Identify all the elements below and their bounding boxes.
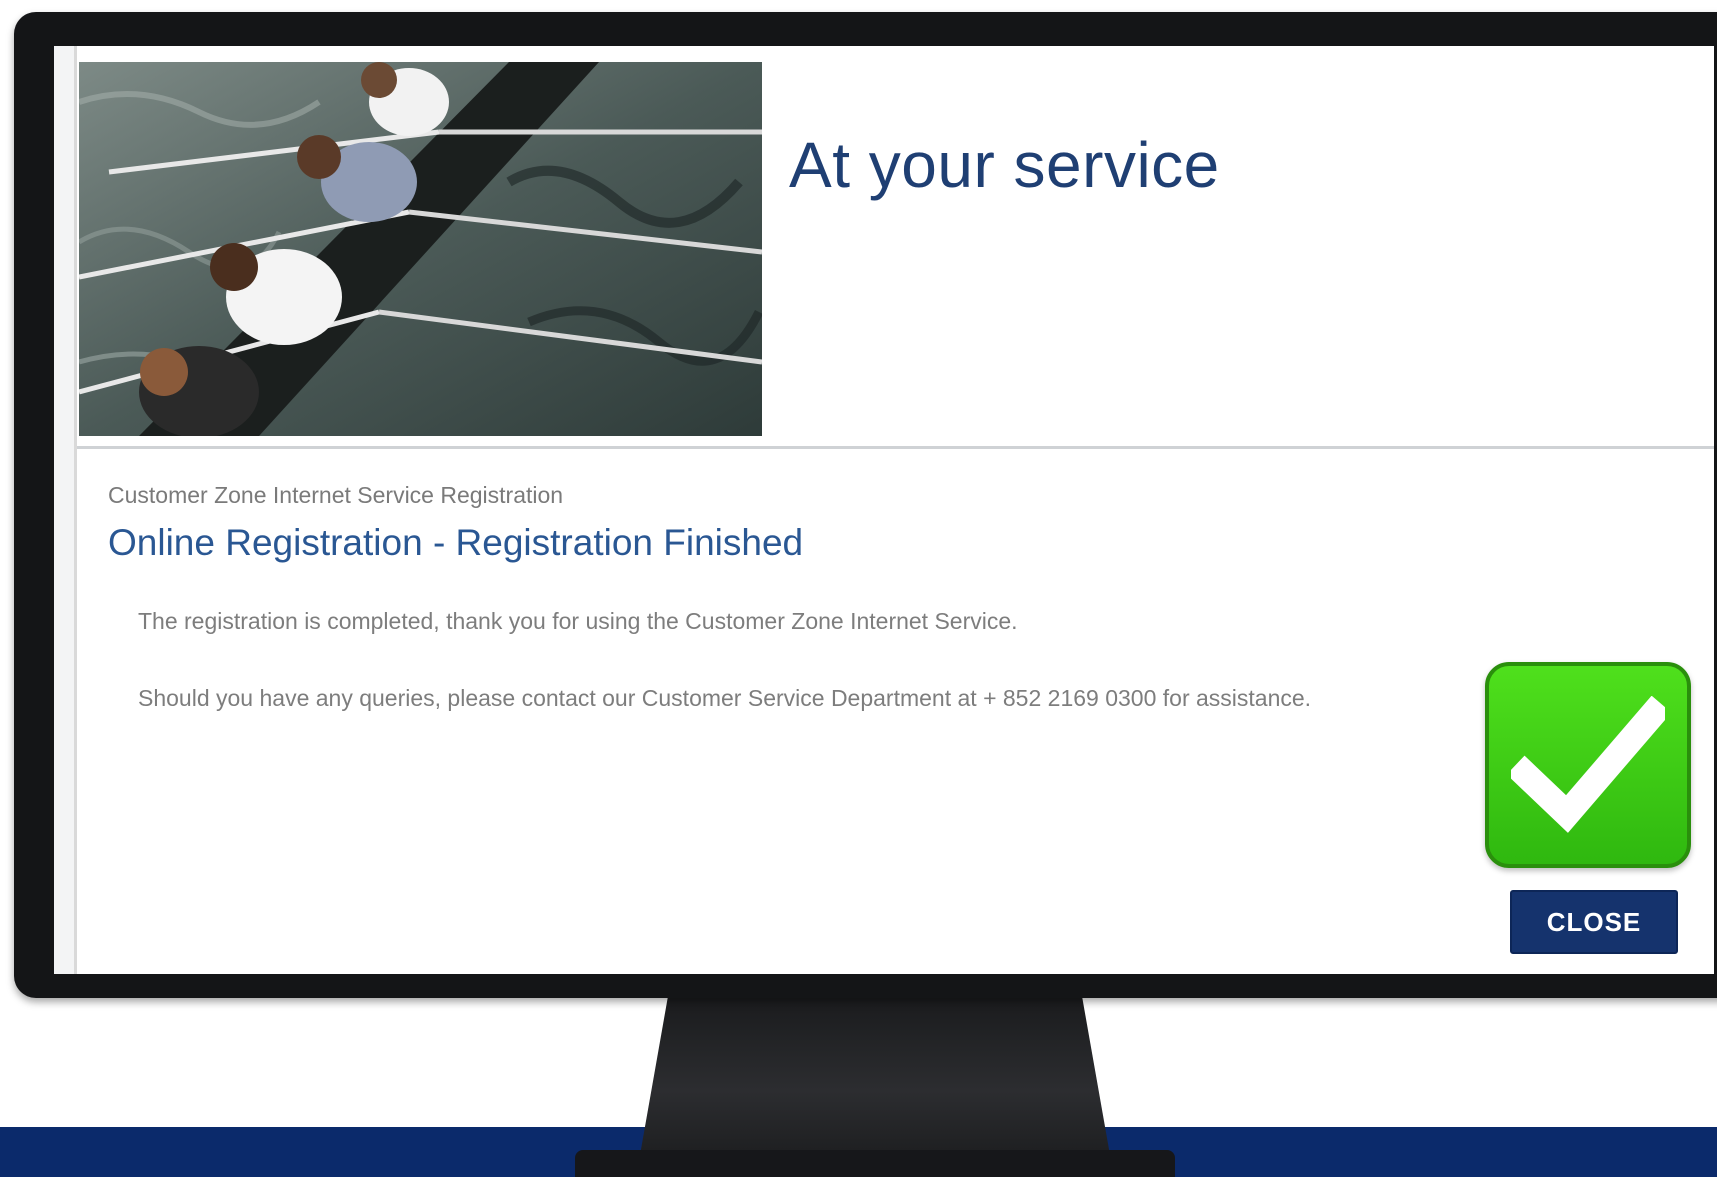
contact-message: Should you have any queries, please cont… (138, 685, 1312, 711)
monitor-screen: At your service Customer Zone Internet S… (54, 46, 1714, 974)
monitor-stand-neck (640, 995, 1110, 1155)
monitor-stand-base (575, 1150, 1175, 1177)
checkmark-icon (1511, 696, 1665, 833)
close-button[interactable]: CLOSE (1510, 890, 1678, 954)
registration-content: Customer Zone Internet Service Registrat… (77, 464, 1714, 974)
hero-banner: At your service (77, 46, 1714, 449)
monitor-frame: At your service Customer Zone Internet S… (14, 12, 1717, 998)
registration-page: At your service Customer Zone Internet S… (74, 46, 1714, 974)
rowing-team-photo (79, 62, 762, 436)
success-badge (1485, 662, 1691, 868)
completion-message: The registration is completed, thank you… (138, 608, 1018, 634)
page-title: Online Registration - Registration Finis… (108, 522, 804, 563)
hero-title: At your service (789, 129, 1220, 201)
breadcrumb: Customer Zone Internet Service Registrat… (108, 482, 564, 508)
